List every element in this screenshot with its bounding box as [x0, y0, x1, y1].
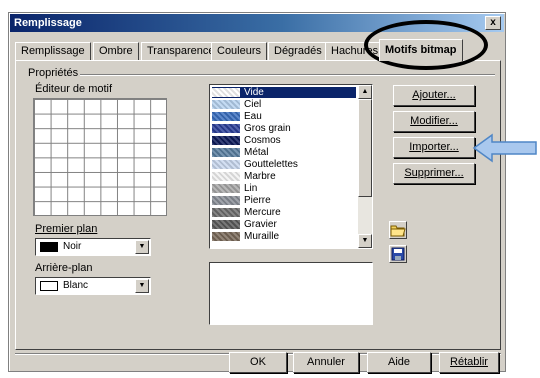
tab-motifs-bitmap[interactable]: Motifs bitmap — [379, 39, 463, 61]
pattern-editor-grid[interactable] — [33, 98, 167, 216]
list-item-label: Mercure — [244, 207, 281, 218]
list-item[interactable]: Gros grain — [212, 123, 356, 134]
scroll-down-icon[interactable]: ▼ — [358, 234, 372, 248]
foreground-value: Noir — [63, 241, 82, 252]
bitmap-thumbnail — [212, 220, 240, 229]
list-item-label: Vide — [244, 87, 264, 98]
list-item[interactable]: Gravier — [212, 219, 356, 230]
chevron-down-icon[interactable]: ▼ — [135, 240, 149, 254]
bitmap-thumbnail — [212, 136, 240, 145]
list-item-label: Cosmos — [244, 135, 281, 146]
list-item-label: Eau — [244, 111, 262, 122]
list-scrollbar[interactable]: ▲ ▼ — [358, 85, 372, 248]
list-item-label: Pierre — [244, 195, 271, 206]
bitmap-thumbnail — [212, 88, 240, 97]
chevron-down-icon[interactable]: ▼ — [135, 279, 149, 293]
bitmap-list[interactable]: Vide Ciel Eau Gros grain Cosmos Métal Gouttele… — [209, 84, 373, 249]
tab-ombre[interactable]: Ombre — [93, 42, 139, 60]
list-item[interactable]: Cosmos — [212, 135, 356, 146]
list-item[interactable]: Marbre — [212, 171, 356, 182]
scroll-up-icon[interactable]: ▲ — [358, 85, 372, 99]
bitmap-thumbnail — [212, 100, 240, 109]
open-folder-button[interactable] — [389, 221, 407, 239]
close-icon: x — [490, 17, 496, 28]
import-button[interactable]: Importer... — [393, 137, 475, 158]
bitmap-thumbnail — [212, 196, 240, 205]
list-item[interactable]: Gouttelettes — [212, 159, 356, 170]
properties-group-label: Propriétés — [26, 67, 81, 79]
bitmap-thumbnail — [212, 160, 240, 169]
save-button[interactable] — [389, 245, 407, 263]
group-divider — [69, 74, 495, 76]
folder-icon — [390, 225, 406, 237]
help-button[interactable]: Aide — [367, 352, 431, 373]
bitmap-thumbnail — [212, 208, 240, 217]
tab-couleurs[interactable]: Couleurs — [211, 42, 268, 60]
dialog-title: Remplissage — [14, 17, 82, 29]
foreground-label: Premier plan — [35, 223, 98, 235]
tab-transparence[interactable]: Transparence — [141, 42, 221, 60]
bitmap-thumbnail — [212, 112, 240, 121]
tab-remplissage[interactable]: Remplissage — [15, 42, 91, 60]
modify-button[interactable]: Modifier... — [393, 111, 475, 132]
add-button[interactable]: Ajouter... — [393, 85, 475, 106]
bitmap-thumbnail — [212, 172, 240, 181]
pattern-editor-label: Éditeur de motif — [35, 83, 113, 95]
list-item-label: Gros grain — [244, 123, 291, 134]
background-select[interactable]: Blanc ▼ — [35, 277, 151, 295]
scroll-thumb[interactable] — [358, 99, 372, 197]
tab-degrades[interactable]: Dégradés — [268, 42, 328, 60]
list-item-label: Muraille — [244, 231, 280, 242]
list-item-label: Gouttelettes — [244, 159, 298, 170]
list-item[interactable]: Vide — [212, 87, 356, 98]
close-button[interactable]: x — [485, 16, 501, 30]
pointer-arrow-icon — [472, 133, 537, 163]
list-item[interactable]: Ciel — [212, 99, 356, 110]
foreground-swatch — [40, 242, 58, 252]
bitmap-thumbnail — [212, 184, 240, 193]
background-swatch — [40, 281, 58, 291]
ok-button[interactable]: OK — [229, 352, 287, 373]
floppy-disk-icon — [391, 247, 405, 261]
bitmap-preview — [209, 262, 373, 325]
cancel-button[interactable]: Annuler — [293, 352, 359, 373]
list-item[interactable]: Eau — [212, 111, 356, 122]
list-item[interactable]: Muraille — [212, 231, 356, 242]
list-item-label: Marbre — [244, 171, 276, 182]
list-item-label: Lin — [244, 183, 258, 194]
list-item-label: Métal — [244, 147, 269, 158]
bitmap-thumbnail — [212, 124, 240, 133]
background-value: Blanc — [63, 280, 89, 291]
list-item[interactable]: Mercure — [212, 207, 356, 218]
list-item[interactable]: Métal — [212, 147, 356, 158]
list-item-label: Gravier — [244, 219, 277, 230]
bitmap-thumbnail — [212, 232, 240, 241]
list-item[interactable]: Pierre — [212, 195, 356, 206]
bitmap-thumbnail — [212, 148, 240, 157]
delete-button[interactable]: Supprimer... — [393, 163, 475, 184]
foreground-select[interactable]: Noir ▼ — [35, 238, 151, 256]
list-item[interactable]: Lin — [212, 183, 356, 194]
background-label: Arrière-plan — [35, 262, 93, 274]
reset-button[interactable]: Rétablir — [439, 352, 499, 373]
list-item-label: Ciel — [244, 99, 262, 110]
